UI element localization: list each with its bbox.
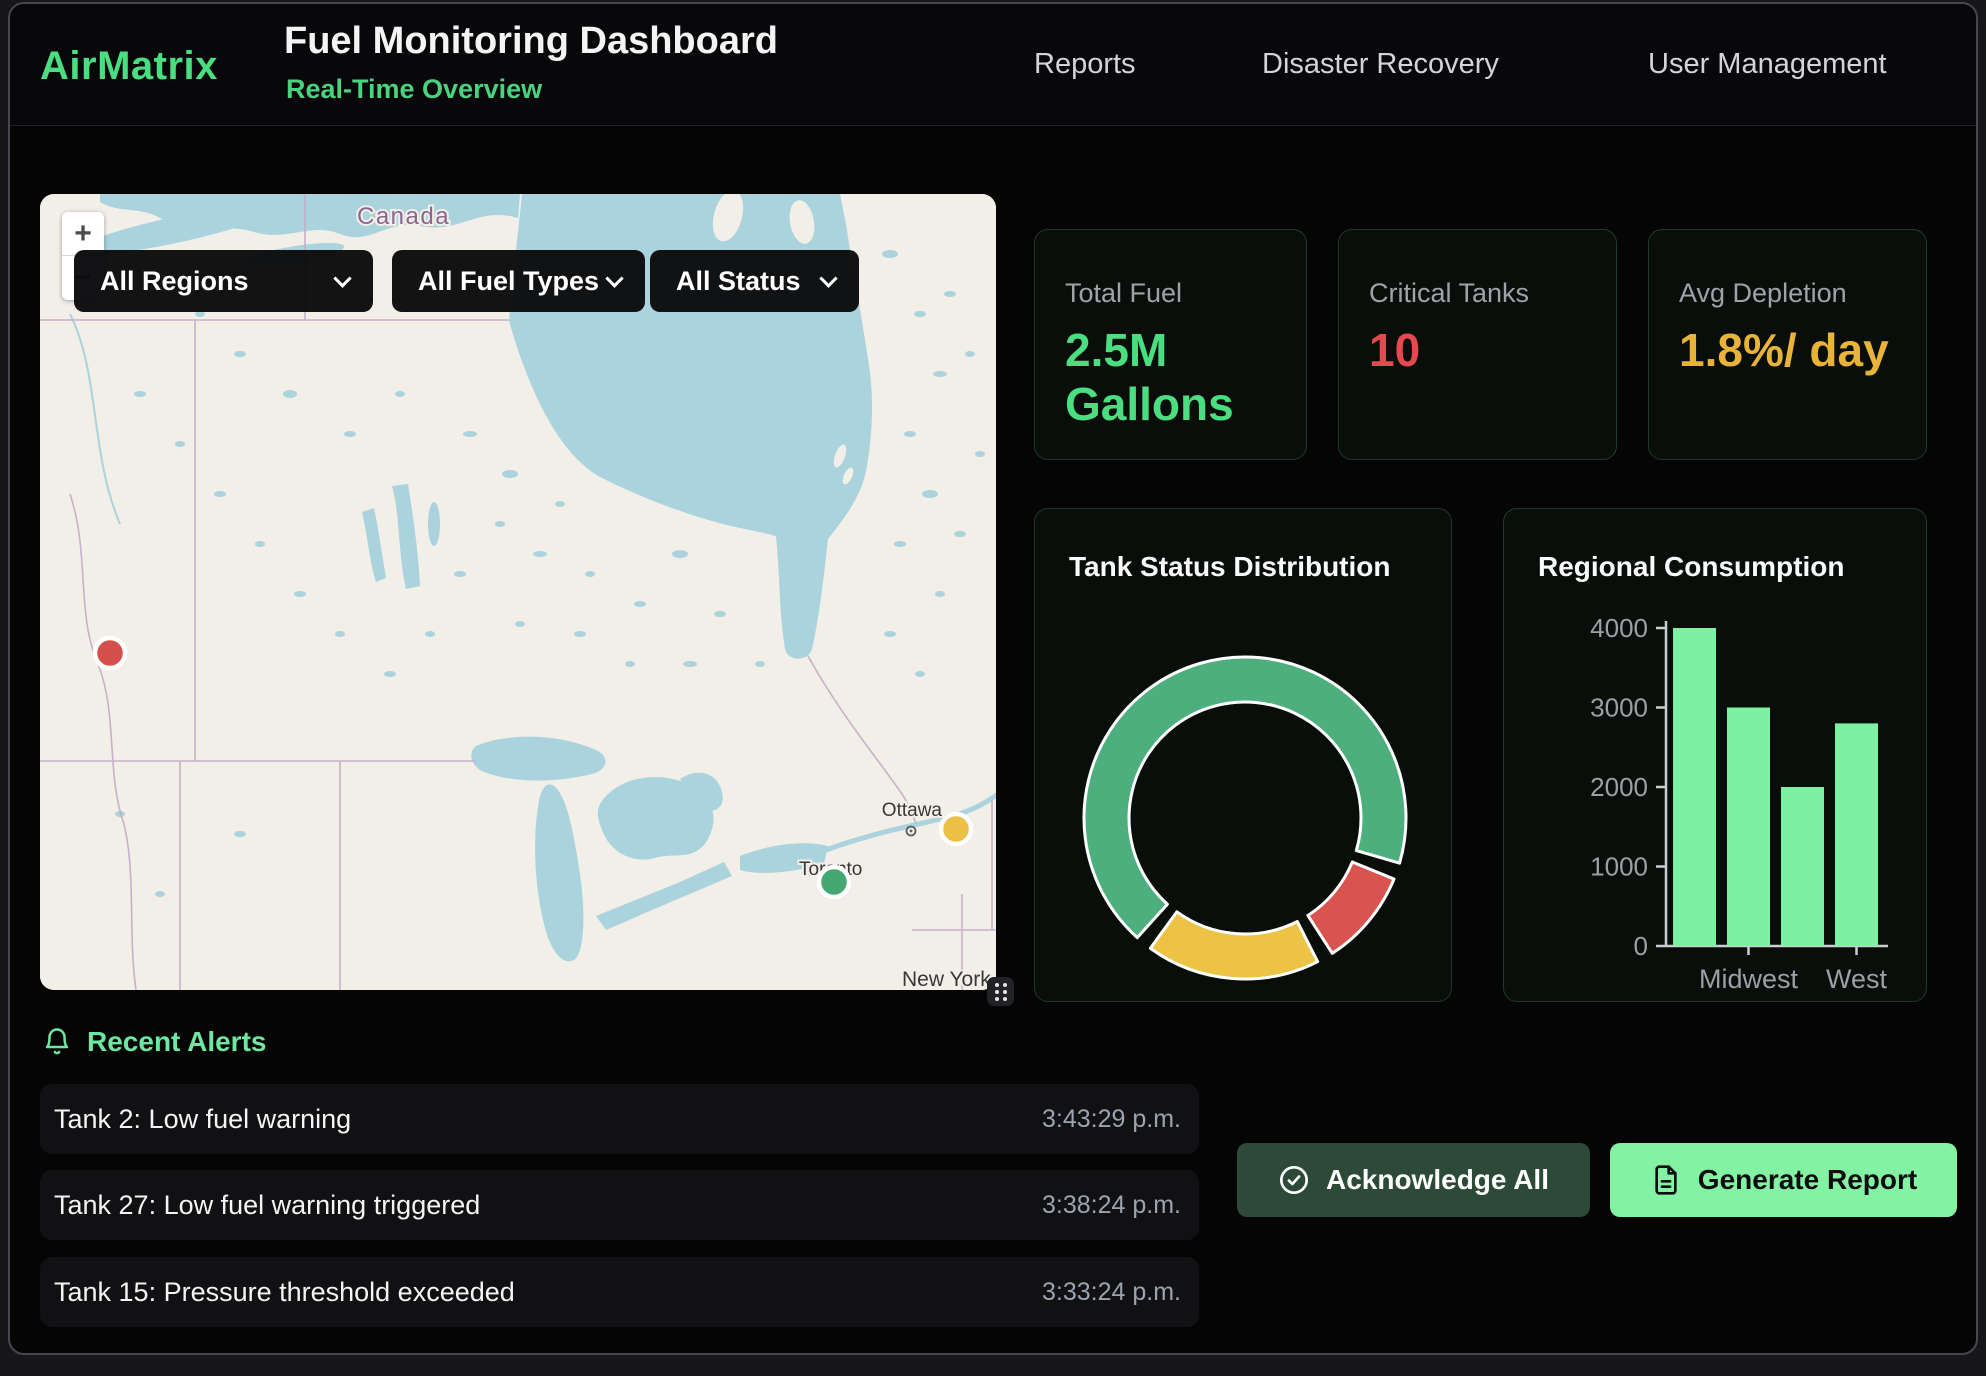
tank-marker-warning[interactable] [941,814,971,844]
kpi-critical-tanks: Critical Tanks 10 [1338,229,1617,460]
tank-status-chart-card: Tank Status Distribution [1034,508,1452,1002]
kpi-value: 2.5M Gallons [1065,323,1276,432]
page-title: Fuel Monitoring Dashboard [284,20,778,63]
donut-segment-red [1308,862,1394,953]
fuel-type-filter-dropdown[interactable]: All Fuel Types [392,250,645,312]
alert-message: Tank 27: Low fuel warning triggered [54,1190,480,1221]
kpi-value: 1.8%/ day [1679,323,1894,377]
region-filter-dropdown[interactable]: All Regions [74,250,373,312]
circle-check-icon [1278,1164,1310,1196]
y-tick-label: 0 [1634,931,1648,961]
chart-title: Tank Status Distribution [1069,551,1391,583]
acknowledge-all-button[interactable]: Acknowledge All [1237,1143,1590,1217]
app-window: AirMatrix Fuel Monitoring Dashboard Real… [8,2,1978,1355]
report-document-icon [1650,1164,1682,1196]
bar-1 [1727,708,1770,947]
y-tick-label: 4000 [1590,613,1648,643]
alert-timestamp: 3:33:24 p.m. [1042,1278,1181,1307]
donut-segment-yellow [1150,912,1317,979]
y-tick-label: 1000 [1590,852,1648,882]
nav-reports[interactable]: Reports [1034,48,1136,81]
map-resize-handle[interactable] [987,977,1014,1006]
bar-3 [1835,723,1878,946]
generate-report-button[interactable]: Generate Report [1610,1143,1957,1217]
bell-icon [42,1027,72,1057]
desktop-background: AirMatrix Fuel Monitoring Dashboard Real… [0,0,1986,1376]
alert-row[interactable]: Tank 2: Low fuel warning 3:43:29 p.m. [40,1084,1199,1154]
alert-message: Tank 15: Pressure threshold exceeded [54,1277,515,1308]
kpi-label: Critical Tanks [1369,278,1586,309]
alert-message: Tank 2: Low fuel warning [54,1104,351,1135]
alert-row[interactable]: Tank 27: Low fuel warning triggered 3:38… [40,1170,1199,1240]
kpi-avg-depletion: Avg Depletion 1.8%/ day [1648,229,1927,460]
kpi-label: Avg Depletion [1679,278,1896,309]
bar-0 [1673,628,1716,946]
alert-timestamp: 3:38:24 p.m. [1042,1191,1181,1220]
page-subtitle: Real-Time Overview [286,74,542,105]
chevron-down-icon [605,269,623,287]
kpi-value: 10 [1369,323,1584,377]
app-header: AirMatrix Fuel Monitoring Dashboard Real… [10,4,1976,126]
tank-marker-critical[interactable] [95,638,125,668]
alerts-heading: Recent Alerts [42,1026,266,1058]
region-filter-value: All Regions [100,266,249,297]
map-label-country: Canada [357,203,450,230]
map-label-ottawa: Ottawa [882,800,943,821]
nav-disaster-recovery[interactable]: Disaster Recovery [1262,48,1499,81]
y-tick-label: 3000 [1590,693,1648,723]
status-filter-dropdown[interactable]: All Status [650,250,859,312]
generate-report-label: Generate Report [1698,1164,1917,1196]
x-tick-label: West [1826,964,1888,994]
kpi-label: Total Fuel [1065,278,1276,309]
status-filter-value: All Status [676,266,801,297]
tank-marker-normal[interactable] [819,867,849,897]
x-tick-label: Midwest [1699,964,1799,994]
alert-row[interactable]: Tank 15: Pressure threshold exceeded 3:3… [40,1257,1199,1327]
chevron-down-icon [333,269,351,287]
y-tick-label: 2000 [1590,772,1648,802]
nav-user-management[interactable]: User Management [1648,48,1887,81]
bar-chart: 0 1000 2000 3000 4000 Midwest West [1504,509,1928,1003]
brand-logo: AirMatrix [40,44,218,89]
donut-chart [1035,605,1453,1003]
alerts-heading-label: Recent Alerts [87,1026,266,1058]
map-canvas[interactable]: Canada Ottawa Toronto New York [40,194,996,990]
map[interactable]: Canada Ottawa Toronto New York + − All R… [40,194,996,990]
grip-dots-icon [995,983,1007,1001]
kpi-total-fuel: Total Fuel 2.5M Gallons [1034,229,1307,460]
regional-consumption-chart-card: Regional Consumption 01000200030004000Mi… [1503,508,1927,1002]
alert-timestamp: 3:43:29 p.m. [1042,1105,1181,1134]
map-label-new-york: New York [902,968,991,990]
fuel-type-filter-value: All Fuel Types [418,266,599,297]
bar-2 [1781,787,1824,946]
acknowledge-all-label: Acknowledge All [1326,1164,1549,1196]
chevron-down-icon [819,269,837,287]
